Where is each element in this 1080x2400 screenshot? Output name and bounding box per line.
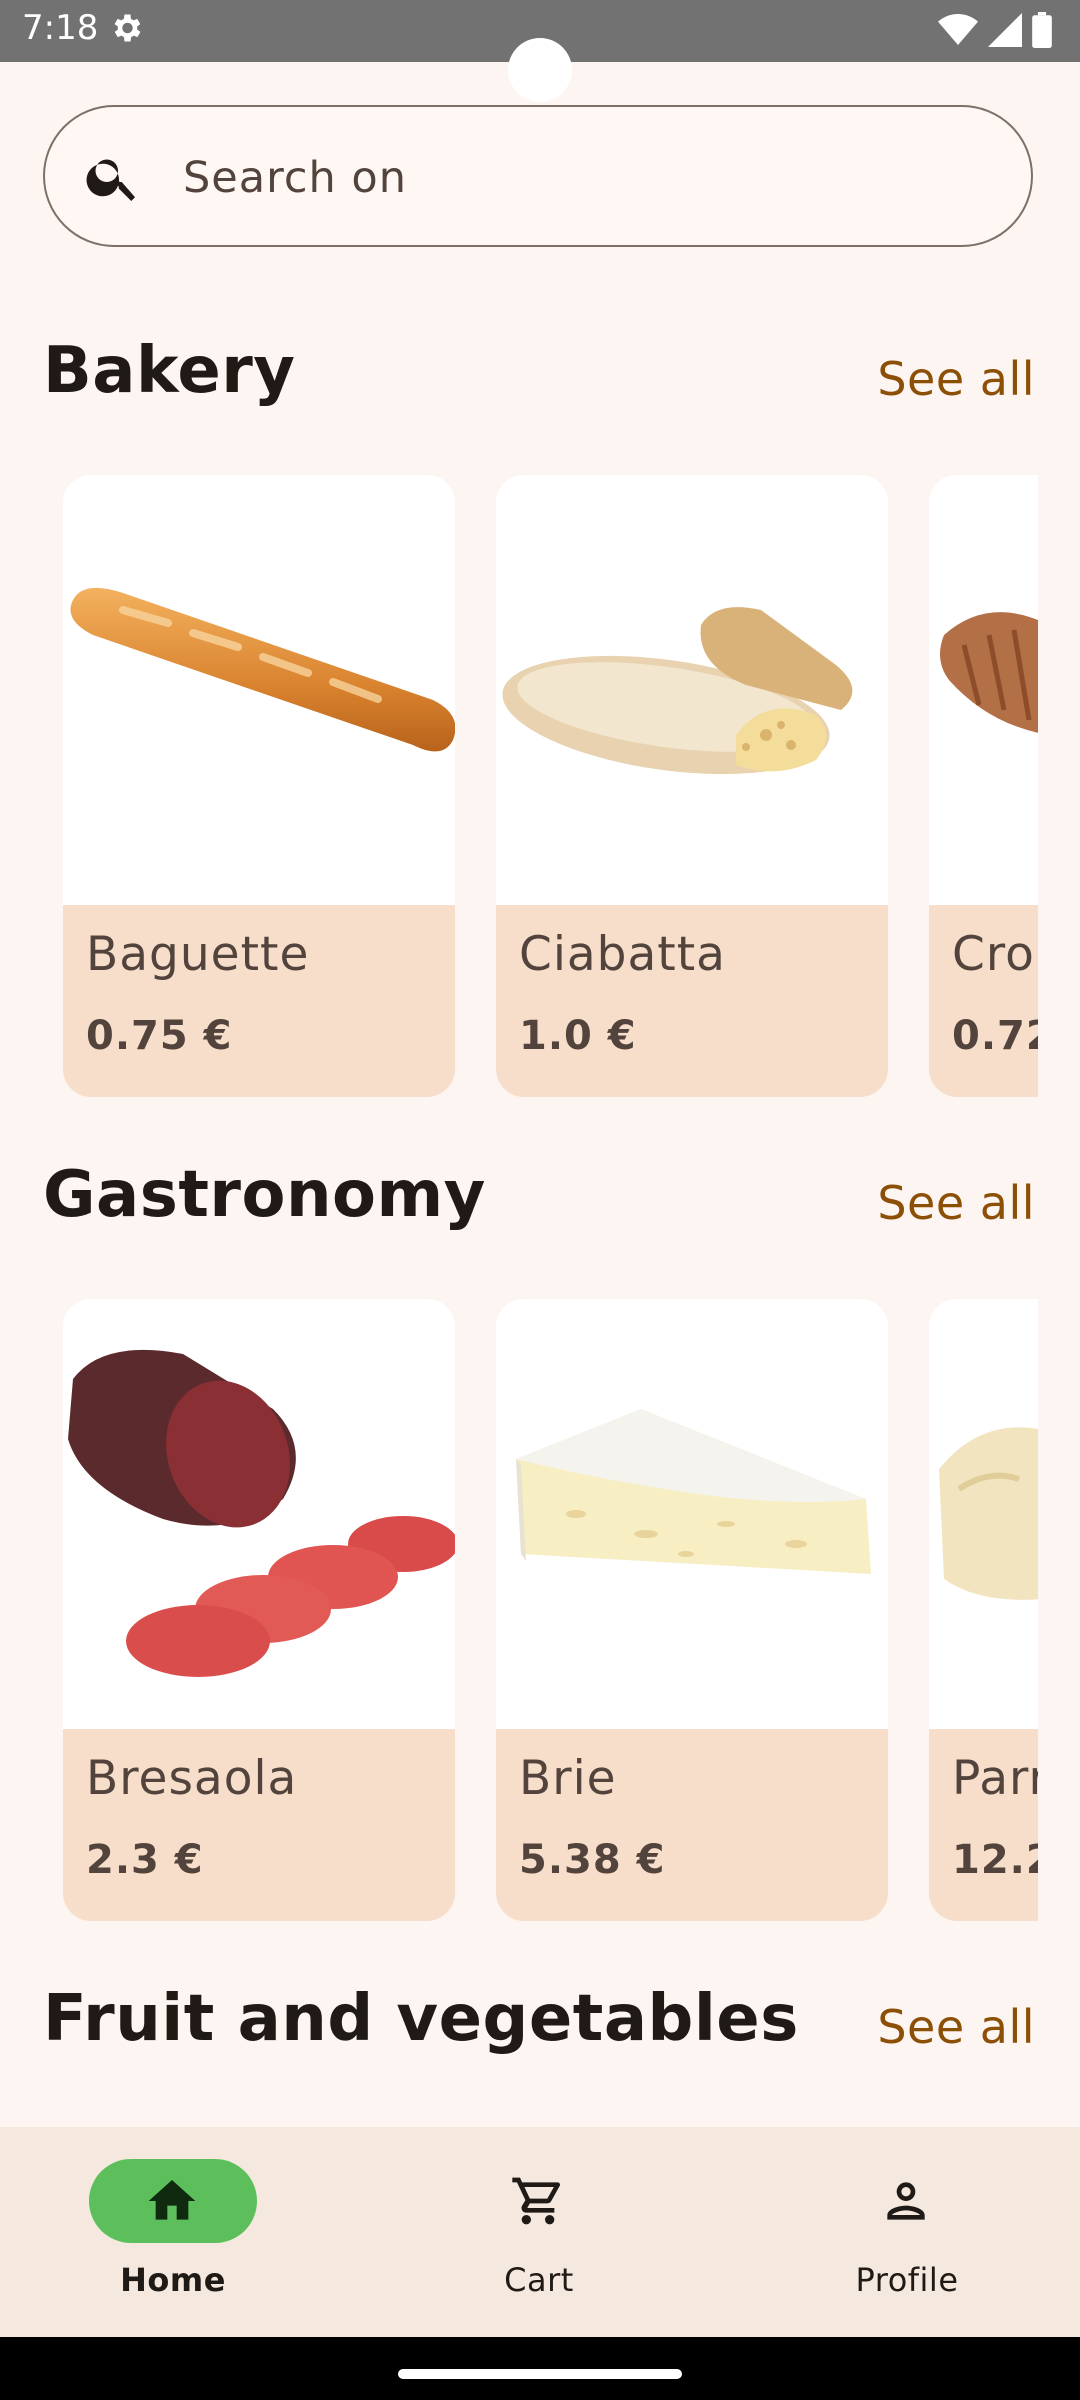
camera-cutout (508, 38, 572, 102)
product-info: Brie 5.38 € (496, 1729, 888, 1921)
battery-icon (1032, 12, 1052, 52)
bottom-navigation: Home Cart Profile (0, 2127, 1080, 2337)
product-name: Brie (519, 1751, 617, 1806)
product-card-parmesan[interactable]: Parr 12.2 (929, 1299, 1038, 1921)
nav-label-profile: Profile (855, 2261, 959, 2299)
wifi-icon (938, 13, 978, 51)
home-icon[interactable] (144, 2173, 200, 2229)
nav-item-cart[interactable]: Cart (432, 2159, 652, 2309)
see-all-gastronomy-link[interactable]: See all (877, 1176, 1035, 1230)
ciabatta-image (496, 475, 888, 905)
product-card-croissant[interactable]: Croi 0.72 (929, 475, 1038, 1097)
product-name: Baguette (86, 927, 310, 982)
bakery-product-row[interactable]: Baguette 0.75 € Ciabatta 1.0 € Cro 0.7 (63, 475, 1038, 1097)
section-title-bakery: Bakery (43, 334, 296, 408)
cart-icon[interactable] (510, 2173, 566, 2229)
product-card-baguette[interactable]: Baguette 0.75 € (63, 475, 455, 1097)
product-card-brie[interactable]: Brie 5.38 € (496, 1299, 888, 1921)
product-price: 5.38 € (519, 1837, 666, 1883)
product-price: 0.72 (952, 1013, 1038, 1059)
settings-gear-icon (108, 10, 144, 46)
gastronomy-product-row[interactable]: Bresaola 2.3 € Brie 5.38 € Par 12. (63, 1299, 1038, 1921)
profile-icon[interactable] (878, 2173, 934, 2229)
product-name: Parr (952, 1751, 1038, 1806)
product-info: Croi 0.72 (929, 905, 1038, 1097)
signal-icon (988, 13, 1022, 51)
system-gesture-bar (0, 2337, 1080, 2400)
product-price: 12.2 (952, 1837, 1038, 1883)
product-info: Ciabatta 1.0 € (496, 905, 888, 1097)
product-info: Parr 12.2 (929, 1729, 1038, 1921)
status-icons (938, 12, 1052, 52)
nav-item-profile[interactable]: Profile (800, 2159, 1020, 2309)
nav-item-home[interactable]: Home (66, 2159, 286, 2309)
croissant-image (929, 475, 1038, 905)
section-title-fruit-and-vegetables: Fruit and vegetables (43, 1982, 799, 2056)
search-input[interactable] (181, 145, 985, 211)
section-title-gastronomy: Gastronomy (43, 1158, 486, 1232)
status-time: 7:18 (22, 8, 99, 48)
parmesan-image (929, 1299, 1038, 1729)
see-all-fruit-link[interactable]: See all (877, 2000, 1035, 2054)
search-icon[interactable] (83, 147, 143, 207)
product-price: 1.0 € (519, 1013, 637, 1059)
nav-label-cart: Cart (504, 2261, 574, 2299)
product-card-ciabatta[interactable]: Ciabatta 1.0 € (496, 475, 888, 1097)
product-info: Baguette 0.75 € (63, 905, 455, 1097)
product-price: 2.3 € (86, 1837, 204, 1883)
product-name: Croi (952, 927, 1038, 982)
baguette-image (63, 475, 455, 905)
bresaola-image (63, 1299, 455, 1729)
product-card-bresaola[interactable]: Bresaola 2.3 € (63, 1299, 455, 1921)
product-price: 0.75 € (86, 1013, 233, 1059)
brie-image (496, 1299, 888, 1729)
home-gesture-handle[interactable] (398, 2369, 682, 2379)
product-name: Bresaola (86, 1751, 298, 1806)
nav-label-home: Home (120, 2261, 226, 2299)
product-name: Ciabatta (519, 927, 726, 982)
product-info: Bresaola 2.3 € (63, 1729, 455, 1921)
search-bar[interactable] (43, 105, 1033, 247)
see-all-bakery-link[interactable]: See all (877, 352, 1035, 406)
